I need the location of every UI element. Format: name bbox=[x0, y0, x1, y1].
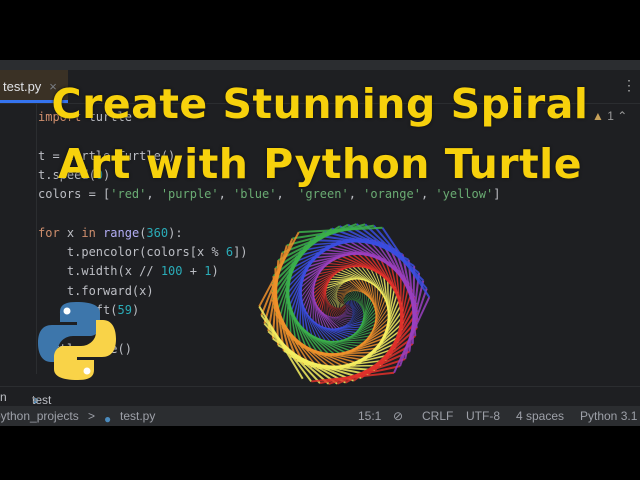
spiral-segment bbox=[340, 303, 343, 308]
code-token: for bbox=[38, 225, 60, 240]
indent-setting[interactable]: 4 spaces bbox=[516, 409, 564, 423]
spiral-segment bbox=[342, 303, 344, 307]
code-token: colors = [ bbox=[38, 187, 111, 202]
spiral-segment bbox=[335, 297, 338, 308]
code-token: 'yellow' bbox=[435, 187, 494, 202]
python-logo-icon bbox=[38, 302, 116, 380]
spiral-segment bbox=[364, 223, 424, 282]
title-strip bbox=[0, 60, 640, 70]
breadcrumb-project[interactable]: python_projects bbox=[0, 409, 79, 423]
run-label: n bbox=[0, 390, 7, 404]
spiral-segment bbox=[263, 322, 321, 384]
python-interpreter[interactable]: Python 3.1 bbox=[580, 409, 637, 423]
spiral-segment bbox=[342, 301, 344, 304]
close-icon[interactable]: × bbox=[32, 393, 39, 407]
code-token: 360 bbox=[146, 225, 169, 240]
code-token: 'purple' bbox=[160, 187, 219, 202]
code-token: 'orange' bbox=[363, 187, 421, 202]
breadcrumb-separator: > bbox=[88, 409, 96, 423]
code-token: x bbox=[59, 225, 82, 240]
code-token: ) bbox=[131, 302, 140, 317]
code-token: t.pencolor(colors[x % bbox=[38, 245, 226, 260]
code-token: 'red' bbox=[110, 187, 147, 202]
code-token: 6 bbox=[225, 245, 234, 260]
code-token: ): bbox=[168, 225, 183, 240]
spiral-segment bbox=[343, 305, 346, 308]
thumbnail-title-line-1: Create Stunning Spiral bbox=[51, 80, 589, 128]
breadcrumb-file[interactable]: test.py bbox=[120, 409, 155, 423]
thumbnail-title-line-2: Art with Python Turtle bbox=[57, 140, 583, 188]
turtle-spiral-art bbox=[258, 223, 431, 385]
spiral-segment bbox=[339, 298, 344, 303]
code-token: 'blue' bbox=[233, 187, 277, 202]
spiral-segment bbox=[350, 291, 359, 304]
code-token: 59 bbox=[117, 302, 132, 317]
code-token: ]) bbox=[233, 245, 248, 260]
code-token: range bbox=[103, 225, 140, 240]
code-token: ) bbox=[211, 264, 219, 279]
spiral-segment bbox=[345, 302, 347, 305]
code-line: t.forward(x) bbox=[38, 283, 154, 298]
code-token: + bbox=[182, 264, 205, 279]
spiral-segment bbox=[341, 306, 346, 309]
spiral-segment bbox=[339, 302, 341, 308]
code-token: ] bbox=[493, 187, 501, 202]
spiral-segment bbox=[326, 296, 329, 316]
code-token: t.width(x // bbox=[38, 264, 161, 279]
file-encoding[interactable]: UTF-8 bbox=[466, 409, 500, 423]
line-ending[interactable]: CRLF bbox=[422, 409, 453, 423]
spiral-segment bbox=[345, 303, 347, 306]
status-bar: python_projects > ● test.py 15:1 ⊘ CRLF … bbox=[0, 406, 640, 426]
spiral-segment bbox=[343, 300, 348, 302]
code-token: 100 bbox=[160, 264, 183, 279]
code-token: in bbox=[81, 225, 96, 240]
spiral-segment bbox=[326, 286, 341, 299]
spiral-segment bbox=[348, 300, 350, 306]
code-token: 'green' bbox=[298, 187, 349, 202]
readonly-toggle-icon[interactable]: ⊘ bbox=[393, 409, 403, 423]
spiral-segment bbox=[331, 305, 340, 317]
spiral-segment bbox=[343, 303, 345, 305]
spiral-segment bbox=[346, 301, 349, 305]
cursor-position[interactable]: 15:1 bbox=[358, 409, 381, 423]
spiral-segment bbox=[336, 299, 339, 308]
